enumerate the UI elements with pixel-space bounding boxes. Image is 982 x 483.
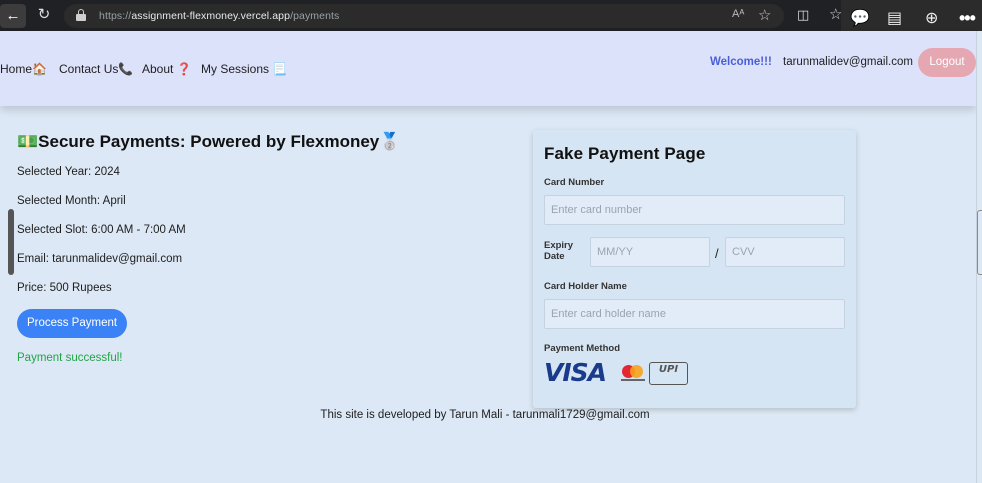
holder-name-input[interactable] <box>544 299 845 329</box>
payer-email: Email: tarunmalidev@gmail.com <box>17 253 183 265</box>
upi-logo[interactable]: UPI <box>649 362 688 385</box>
collections-icon[interactable]: ▤ <box>887 10 902 28</box>
expiry-cvv-separator: / <box>715 246 719 261</box>
selected-month: Selected Month: April <box>17 195 126 207</box>
favorite-star-icon[interactable]: ☆ <box>758 6 771 24</box>
user-email: tarunmalidev@gmail.com <box>783 56 913 68</box>
reload-icon[interactable]: ↻ <box>35 6 53 24</box>
holder-name-label: Card Holder Name <box>544 281 627 292</box>
nav-link-about[interactable]: About ❓ <box>142 62 192 76</box>
url-text[interactable]: https://assignment-flexmoney.vercel.app/… <box>99 10 339 22</box>
question-icon: ❓ <box>176 62 192 76</box>
comment-icon[interactable]: 💬 <box>850 10 870 28</box>
address-bar[interactable]: https://assignment-flexmoney.vercel.app/… <box>64 4 784 28</box>
card-title: Fake Payment Page <box>544 144 706 163</box>
footer-text: This site is developed by Tarun Mali - t… <box>320 409 650 421</box>
phone-icon: 📞 <box>118 62 134 76</box>
home-icon: 🏠 <box>32 62 47 76</box>
payment-method-label: Payment Method <box>544 343 621 354</box>
price: Price: 500 Rupees <box>17 282 112 294</box>
page-icon: 📃 <box>272 62 288 76</box>
side-panel-tab[interactable] <box>977 210 982 275</box>
selected-year: Selected Year: 2024 <box>17 166 120 178</box>
logout-button[interactable]: Logout <box>918 48 976 77</box>
money-icon: 💵 <box>17 132 39 151</box>
card-number-input[interactable] <box>544 195 845 225</box>
payment-card: Fake Payment Page Card Number ExpiryDate… <box>533 130 856 408</box>
expiry-label: Expiry Date <box>544 240 574 262</box>
expiry-input[interactable] <box>590 237 710 267</box>
download-icon[interactable]: ⊕ <box>925 10 938 28</box>
card-number-label: Card Number <box>544 177 605 188</box>
scrollbar-thumb[interactable] <box>8 209 14 275</box>
welcome-text: Welcome!!! <box>710 56 772 68</box>
selected-slot: Selected Slot: 6:00 AM - 7:00 AM <box>17 224 186 236</box>
lock-icon <box>76 9 86 21</box>
site-navbar: Home🏠 Contact Us📞 About ❓ My Sessions 📃 … <box>0 31 976 106</box>
visa-logo[interactable]: VISA <box>544 358 607 387</box>
back-arrow-icon[interactable]: ← <box>0 4 26 28</box>
read-aloud-icon[interactable]: Aᴬ <box>732 8 744 20</box>
cvv-input[interactable] <box>725 237 845 267</box>
page-title: 💵Secure Payments: Powered by Flexmoney🥈 <box>17 132 401 151</box>
split-screen-icon[interactable]: ◫ <box>797 7 809 23</box>
more-menu-icon[interactable]: ••• <box>959 8 976 29</box>
process-payment-button[interactable]: Process Payment <box>17 309 127 338</box>
browser-toolbar: ← ↻ https://assignment-flexmoney.vercel.… <box>0 0 982 31</box>
nav-link-my-sessions[interactable]: My Sessions 📃 <box>201 62 287 76</box>
nav-link-home[interactable]: Home🏠 <box>0 62 47 76</box>
mastercard-logo[interactable] <box>621 365 645 385</box>
nav-link-contact[interactable]: Contact Us📞 <box>59 62 133 76</box>
medal-icon: 🥈 <box>379 132 401 151</box>
payment-status: Payment successful! <box>17 352 123 364</box>
